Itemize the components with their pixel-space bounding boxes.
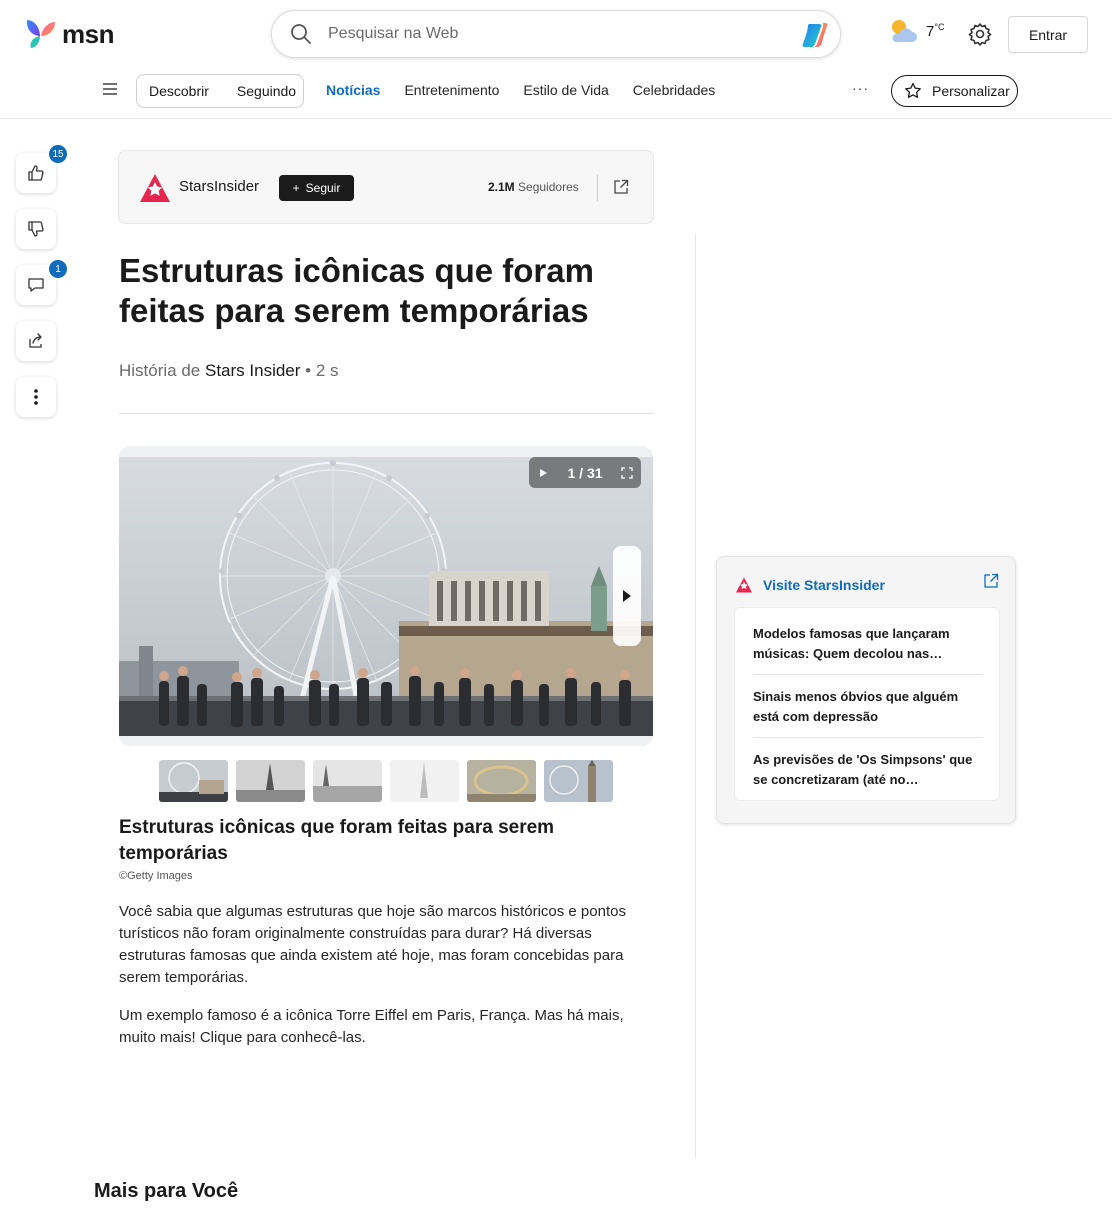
signin-button[interactable]: Entrar [1008,16,1088,53]
header-divider [0,118,1112,119]
article-paragraph-2: Um exemplo famoso é a icônica Torre Eiff… [119,1007,624,1046]
fullscreen-button[interactable] [613,457,641,488]
visit-publisher-link[interactable]: Visite StarsInsider [763,577,885,593]
share-icon [29,333,42,348]
followers-count: 2.1M Seguidores [488,180,579,194]
nav-estilo-de-vida[interactable]: Estilo de Vida [523,82,608,98]
chevron-right-icon [623,590,631,602]
play-button[interactable] [529,457,557,488]
publisher-card: StarsInsider + Seguir 2.1M Seguidores [118,150,654,224]
visit-publisher-card: Visite StarsInsider Modelos famosas que … [716,556,1016,824]
nav-entretenimento[interactable]: Entretenimento [404,82,499,98]
personalize-label: Personalizar [932,83,1010,99]
slideshow-controls: 1 / 31 [529,457,641,488]
thumbnail-image [467,760,536,802]
column-divider [695,234,696,1158]
thumbnail-5[interactable] [467,760,536,802]
thumbnail-1[interactable] [159,760,228,802]
thumbnail-6[interactable] [544,760,613,802]
thumbnail-image [544,760,613,802]
slide-caption: Estruturas icônicas que foram feitas par… [119,817,555,864]
thumbnail-2[interactable] [236,760,305,802]
comment-count-badge: 1 [47,258,69,280]
copilot-icon[interactable] [800,19,832,51]
search-icon [291,24,311,44]
starsinsider-logo-icon[interactable] [139,173,171,203]
msn-butterfly-icon [26,20,55,48]
hamburger-icon [103,83,117,95]
byline-time: • 2 s [305,361,339,380]
nav-celebridades[interactable]: Celebridades [633,82,716,98]
partly-cloudy-icon [892,20,917,42]
gear-icon [968,23,992,46]
dislike-button[interactable] [16,209,56,249]
byline-prefix: História de [119,361,201,380]
thumbnail-image [159,760,228,802]
image-credit: ©Getty Images [119,870,193,882]
thumbnail-image [236,760,305,802]
external-link-icon[interactable] [983,573,999,589]
tab-descobrir[interactable]: Descobrir [149,83,209,99]
thumbnail-3[interactable] [313,760,382,802]
category-nav: Notícias Entretenimento Estilo de Vida C… [326,82,715,98]
thumbnail-image [390,760,459,802]
menu-button[interactable] [102,82,118,101]
slideshow-image[interactable] [119,446,653,746]
weather-widget[interactable]: 7°C [888,18,944,44]
play-icon [540,468,547,477]
settings-button[interactable] [968,22,992,51]
thumbs-down-icon [28,221,44,237]
article-paragraph-1: Você sabia que algumas estruturas que ho… [119,903,626,986]
list-divider [753,737,983,738]
article-byline: História de Stars Insider • 2 s [119,361,339,381]
thumbs-up-icon [28,165,44,181]
personalize-button[interactable]: Personalizar [891,75,1018,107]
more-vertical-icon [34,389,38,405]
follow-label: Seguir [305,181,341,195]
nav-more-button[interactable]: ··· [852,80,869,96]
tab-seguindo[interactable]: Seguindo [237,83,296,99]
slide-counter: 1 / 31 [567,464,603,481]
publisher-name[interactable]: StarsInsider [179,178,259,195]
star-sparkle-icon [905,82,921,98]
byline-rule [119,413,654,414]
related-story-2[interactable]: Sinais menos óbvios que alguém está com … [753,687,985,727]
search-box[interactable]: Pesquisar na Web [271,10,841,58]
more-options-button[interactable] [16,377,56,417]
more-for-you-heading: Mais para Você [94,1180,239,1202]
plus-icon: + [292,181,300,195]
like-count-badge: 15 [47,143,69,165]
thumbnail-image [313,760,382,802]
publisher-divider [597,175,598,201]
slideshow-thumbnails [159,760,613,802]
list-divider [753,674,983,675]
london-eye-photo [119,446,653,746]
related-story-1[interactable]: Modelos famosas que lançaram músicas: Qu… [753,624,985,664]
msn-logo[interactable]: msn [24,18,114,50]
byline-source-link[interactable]: Stars Insider [205,361,300,380]
next-slide-button[interactable] [613,546,641,646]
weather-unit: °C [934,22,945,32]
fullscreen-icon [621,466,633,479]
nav-noticias[interactable]: Notícias [326,82,380,98]
follow-button[interactable]: + Seguir [279,175,354,201]
article-title: Estruturas icônicas que foram feitas par… [119,252,594,329]
related-stories-list: Modelos famosas que lançaram músicas: Qu… [734,607,1000,801]
thumbnail-4[interactable] [390,760,459,802]
share-button[interactable] [16,321,56,361]
logo-text: msn [62,18,114,49]
related-story-3[interactable]: As previsões de 'Os Simpsons' que se con… [753,750,985,790]
search-input[interactable]: Pesquisar na Web [328,25,458,43]
feed-switch: Descobrir Seguindo [136,74,304,108]
comment-icon [28,278,44,292]
starsinsider-logo-icon [736,577,752,593]
external-link-icon[interactable] [613,179,629,195]
